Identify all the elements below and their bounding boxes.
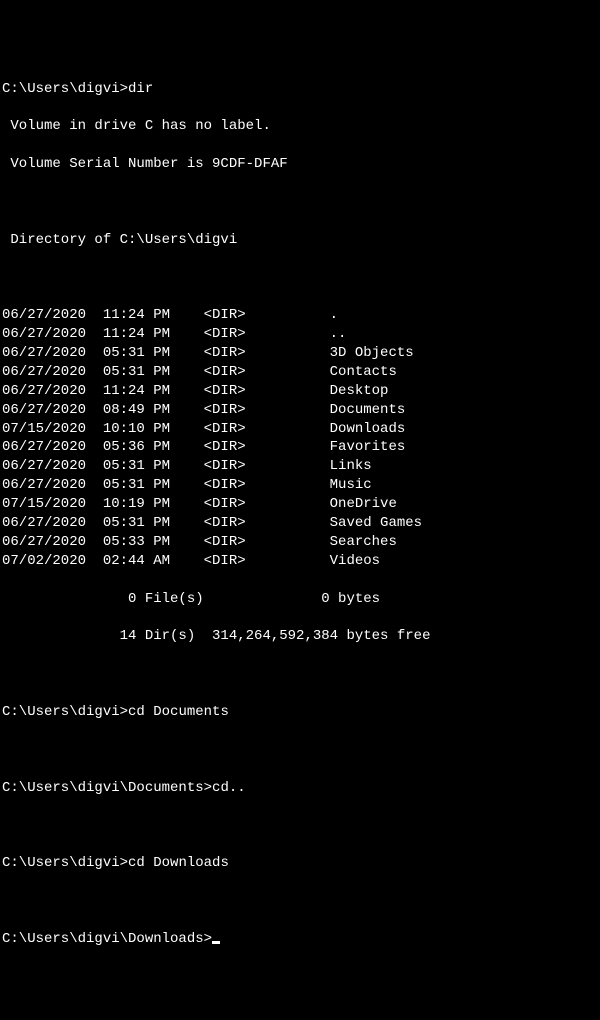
dir-row: 07/15/2020 10:10 PM <DIR> Downloads xyxy=(2,420,598,439)
terminal-line: C:\Users\digvi>cd Downloads xyxy=(2,854,598,873)
output-line: Volume in drive C has no label. xyxy=(2,117,598,136)
cursor[interactable] xyxy=(212,941,220,944)
blank-line xyxy=(2,268,598,287)
prompt: C:\Users\digvi> xyxy=(2,855,128,871)
prompt: C:\Users\digvi\Downloads> xyxy=(2,930,212,949)
dir-row: 06/27/2020 11:24 PM <DIR> Desktop xyxy=(2,382,598,401)
dir-row: 06/27/2020 05:31 PM <DIR> Music xyxy=(2,476,598,495)
dir-row: 06/27/2020 05:36 PM <DIR> Favorites xyxy=(2,438,598,457)
blank-line xyxy=(2,665,598,684)
dir-row: 06/27/2020 05:31 PM <DIR> 3D Objects xyxy=(2,344,598,363)
command-text: cd Documents xyxy=(128,704,229,720)
dir-row: 06/27/2020 05:31 PM <DIR> Saved Games xyxy=(2,514,598,533)
terminal-line: C:\Users\digvi\Documents>cd.. xyxy=(2,779,598,798)
dir-row: 06/27/2020 08:49 PM <DIR> Documents xyxy=(2,401,598,420)
output-line: 14 Dir(s) 314,264,592,384 bytes free xyxy=(2,627,598,646)
dir-row: 06/27/2020 05:33 PM <DIR> Searches xyxy=(2,533,598,552)
blank-line xyxy=(2,741,598,760)
prompt: C:\Users\digvi\Documents> xyxy=(2,780,212,796)
dir-row: 06/27/2020 05:31 PM <DIR> Contacts xyxy=(2,363,598,382)
output-line: Directory of C:\Users\digvi xyxy=(2,231,598,250)
blank-line xyxy=(2,816,598,835)
command-text: dir xyxy=(128,81,153,97)
command-text: cd Downloads xyxy=(128,855,229,871)
output-line: Volume Serial Number is 9CDF-DFAF xyxy=(2,155,598,174)
terminal-line: C:\Users\digvi>dir xyxy=(2,80,598,99)
blank-line xyxy=(2,892,598,911)
prompt: C:\Users\digvi> xyxy=(2,81,128,97)
command-text: cd.. xyxy=(212,780,246,796)
blank-line xyxy=(2,193,598,212)
terminal-line: C:\Users\digvi>cd Documents xyxy=(2,703,598,722)
terminal-line[interactable]: C:\Users\digvi\Downloads> xyxy=(2,930,598,949)
output-line: 0 File(s) 0 bytes xyxy=(2,590,598,609)
dir-listing: 06/27/2020 11:24 PM <DIR> .06/27/2020 11… xyxy=(2,306,598,570)
dir-row: 06/27/2020 05:31 PM <DIR> Links xyxy=(2,457,598,476)
prompt: C:\Users\digvi> xyxy=(2,704,128,720)
dir-row: 06/27/2020 11:24 PM <DIR> . xyxy=(2,306,598,325)
dir-row: 07/15/2020 10:19 PM <DIR> OneDrive xyxy=(2,495,598,514)
dir-row: 07/02/2020 02:44 AM <DIR> Videos xyxy=(2,552,598,571)
dir-row: 06/27/2020 11:24 PM <DIR> .. xyxy=(2,325,598,344)
